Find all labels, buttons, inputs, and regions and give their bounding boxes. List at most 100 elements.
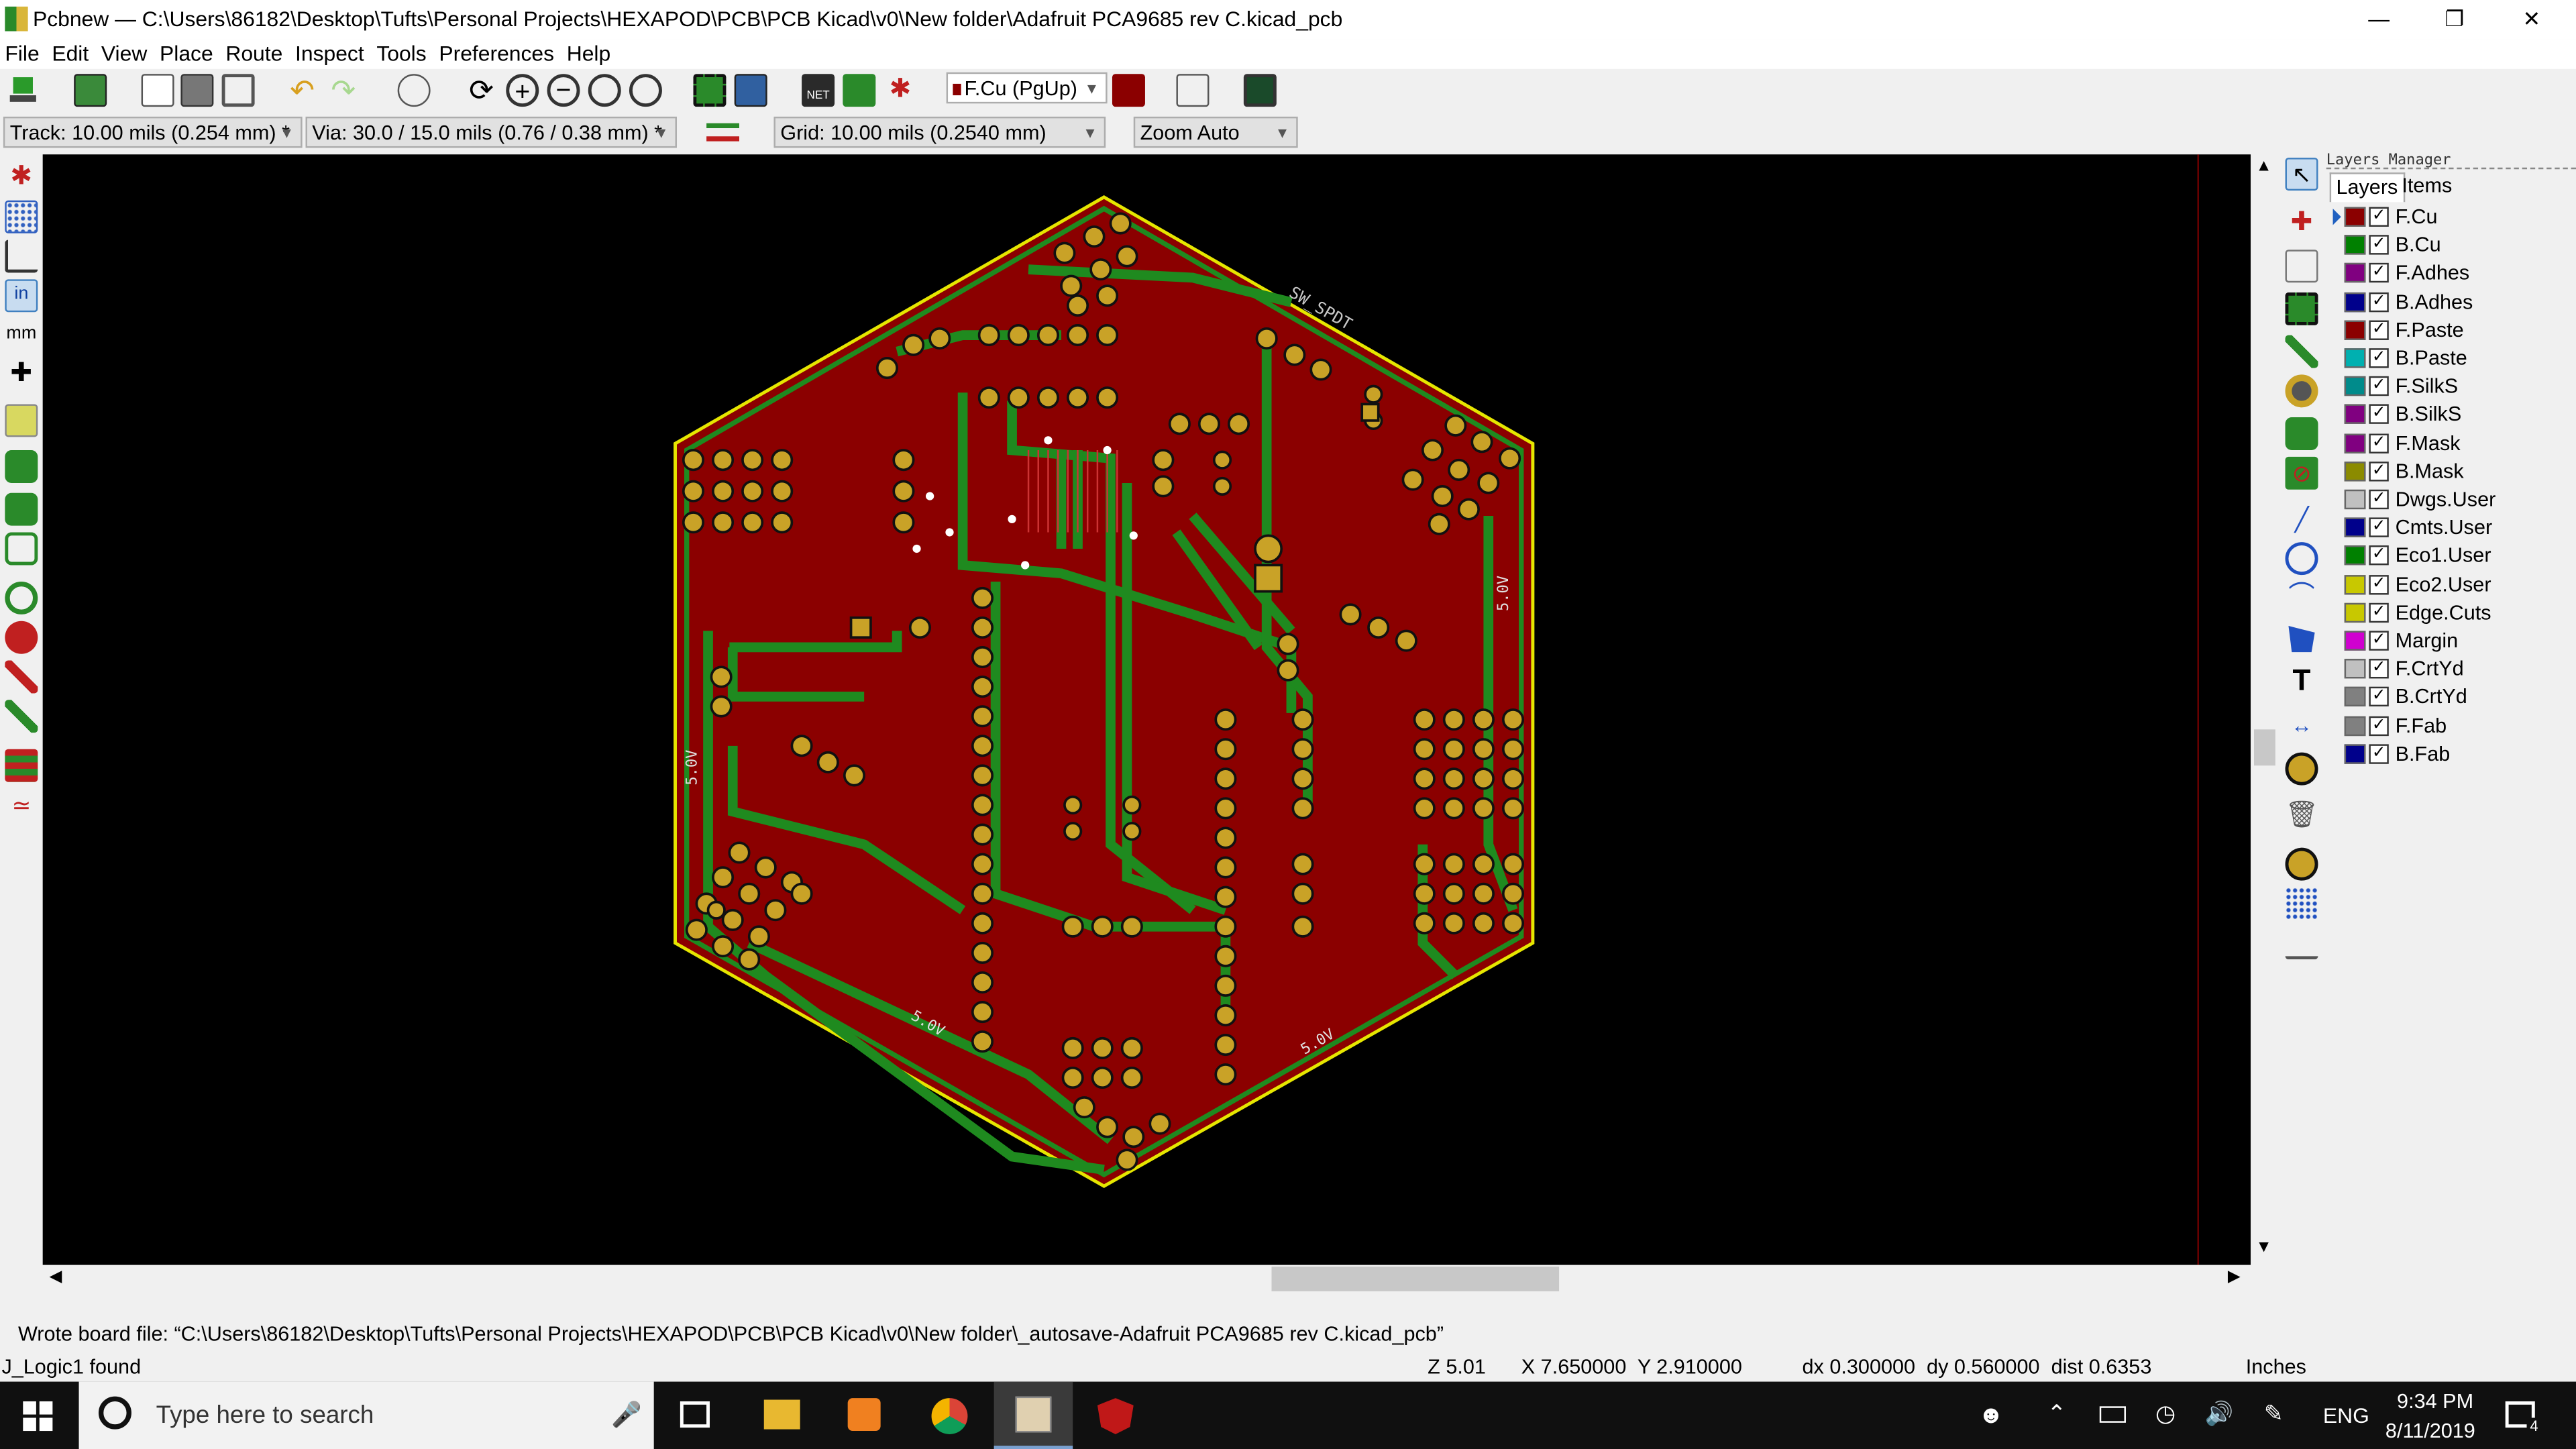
taskbar-search-box[interactable]: Type here to search 🎤 [78, 1381, 654, 1449]
layer-color-swatch[interactable] [2344, 376, 2366, 396]
wifi-icon[interactable]: ◷ [2155, 1400, 2176, 1428]
restore-button[interactable]: ❐ [2416, 0, 2492, 40]
layer-color-swatch[interactable] [2344, 659, 2366, 679]
layer-visibility-checkbox[interactable]: ✓ [2369, 489, 2389, 510]
layer-color-swatch[interactable] [2344, 291, 2366, 312]
menu-route[interactable]: Route [221, 40, 282, 66]
units-inch-icon[interactable]: in [5, 279, 38, 313]
grid-select[interactable]: Grid: 10.00 mils (0.2540 mm) ▼ [773, 116, 1106, 148]
battery-icon[interactable] [2099, 1406, 2126, 1423]
mcafee-icon[interactable] [1097, 1398, 1134, 1434]
layer-row-f-crtyd[interactable]: ✓ F.CrtYd [2343, 656, 2573, 684]
update-pcb-icon[interactable] [843, 74, 876, 107]
layer-row-b-adhes[interactable]: ✓ B.Adhes [2343, 288, 2573, 317]
layer-row-f-adhes[interactable]: ✓ F.Adhes [2343, 260, 2573, 288]
layer-visibility-checkbox[interactable]: ✓ [2369, 461, 2389, 482]
horizontal-scrollbar[interactable]: ◀ ▶ [42, 1265, 2251, 1293]
layer-color-swatch[interactable] [2344, 207, 2366, 227]
grid-icon[interactable] [5, 200, 38, 233]
layer-row-b-cu[interactable]: ✓ B.Cu [2343, 232, 2573, 260]
layer-color-swatch[interactable] [2344, 348, 2366, 368]
clock-date[interactable]: 8/11/2019 [2385, 1419, 2475, 1442]
tray-chevron-up-icon[interactable]: ⌃ [2047, 1400, 2066, 1428]
cursor-shape-icon[interactable]: ✚ [5, 358, 38, 391]
layer-visibility-checkbox[interactable]: ✓ [2369, 263, 2389, 284]
volume-icon[interactable]: 🔊 [2205, 1400, 2234, 1428]
redraw-icon[interactable]: ⟳ [465, 74, 498, 107]
units-mm-icon[interactable]: mm [5, 319, 38, 352]
board-setup-icon[interactable] [74, 74, 107, 107]
layer-visibility-checkbox[interactable]: ✓ [2369, 546, 2389, 566]
route-track-icon[interactable] [2285, 335, 2318, 368]
layer-row-b-silks[interactable]: ✓ B.SilkS [2343, 402, 2573, 430]
menu-inspect[interactable]: Inspect [290, 40, 364, 66]
highlight-net-icon[interactable]: ✚ [2286, 207, 2318, 240]
menu-view[interactable]: View [97, 40, 147, 66]
menu-place[interactable]: Place [155, 40, 213, 66]
layer-row-cmts-user[interactable]: ✓ Cmts.User [2343, 515, 2573, 543]
redo-icon[interactable]: ↷ [327, 74, 360, 107]
layer-row-b-fab[interactable]: ✓ B.Fab [2343, 741, 2573, 769]
menu-preferences[interactable]: Preferences [434, 40, 554, 66]
undo-icon[interactable]: ↶ [286, 74, 319, 107]
task-view-icon[interactable] [680, 1401, 710, 1428]
people-icon[interactable]: ☻ [1978, 1401, 2004, 1430]
local-ratsnest-icon[interactable] [2285, 250, 2318, 283]
layer-color-swatch[interactable] [2344, 517, 2366, 538]
high-contrast-icon[interactable] [5, 700, 38, 733]
layer-color-swatch[interactable] [2344, 235, 2366, 256]
pcbnew-taskbar-icon[interactable] [994, 1381, 1073, 1449]
layer-visibility-checkbox[interactable]: ✓ [2369, 602, 2389, 623]
drc-marker-icon[interactable]: ✱ [5, 161, 38, 194]
vertical-scrollbar[interactable]: ▲ ▼ [2251, 154, 2279, 1265]
tab-items[interactable]: Items [2397, 172, 2457, 201]
polar-coords-icon[interactable] [5, 239, 38, 273]
layer-color-swatch[interactable] [2344, 489, 2366, 510]
layer-row-f-cu[interactable]: ✓ F.Cu [2332, 204, 2573, 232]
layer-row-f-fab[interactable]: ✓ F.Fab [2343, 712, 2573, 741]
scroll-up-icon[interactable]: ▲ [2255, 158, 2271, 176]
layer-visibility-checkbox[interactable]: ✓ [2369, 631, 2389, 651]
microphone-icon[interactable]: 🎤 [611, 1400, 642, 1430]
layer-row-eco2-user[interactable]: ✓ Eco2.User [2343, 571, 2573, 599]
select-arrow-icon[interactable]: ↖ [2285, 158, 2318, 191]
vertical-scroll-thumb[interactable] [2254, 729, 2275, 766]
layer-row-f-mask[interactable]: ✓ F.Mask [2343, 430, 2573, 458]
measure-icon[interactable] [2285, 926, 2318, 960]
layer-pair-icon[interactable] [1112, 74, 1145, 107]
add-via-icon[interactable] [2285, 374, 2318, 408]
minimize-button[interactable]: — [2341, 0, 2417, 40]
delete-icon[interactable]: 🗑 [2286, 800, 2319, 833]
zoom-selection-icon[interactable] [629, 74, 662, 107]
layer-color-swatch[interactable] [2344, 433, 2366, 453]
footprint-editor-icon[interactable] [693, 74, 727, 107]
zoom-select[interactable]: Zoom Auto ▼ [1133, 116, 1298, 148]
layer-visibility-checkbox[interactable]: ✓ [2369, 320, 2389, 340]
curved-ratsnest-icon[interactable] [5, 450, 38, 484]
track-width-select[interactable]: Track: 10.00 mils (0.254 mm) * ▼ [3, 116, 303, 148]
layer-visibility-checkbox[interactable]: ✓ [2369, 207, 2389, 227]
layer-visibility-checkbox[interactable]: ✓ [2369, 517, 2389, 538]
layers-manager-toggle-icon[interactable] [5, 749, 38, 782]
add-target-icon[interactable] [2285, 752, 2318, 786]
layer-row-eco1-user[interactable]: ✓ Eco1.User [2343, 543, 2573, 571]
draw-polygon-icon[interactable] [2288, 626, 2315, 653]
track-sketch-icon[interactable] [5, 660, 38, 694]
via-sketch-icon[interactable] [5, 621, 38, 654]
menu-help[interactable]: Help [561, 40, 611, 66]
microwave-toolbar-icon[interactable]: ≃ [5, 789, 38, 822]
close-button[interactable]: ✕ [2494, 0, 2570, 40]
layer-color-swatch[interactable] [2344, 602, 2366, 623]
layer-row-f-silks[interactable]: ✓ F.SilkS [2343, 373, 2573, 401]
clock-time[interactable]: 9:34 PM [2397, 1390, 2473, 1413]
layer-visibility-checkbox[interactable]: ✓ [2369, 235, 2389, 256]
pad-sketch-icon[interactable] [5, 581, 38, 614]
add-dimension-icon[interactable]: ↔ [2286, 710, 2318, 743]
sublime-text-icon[interactable] [847, 1398, 881, 1432]
layer-color-swatch[interactable] [2344, 631, 2366, 651]
netlist-icon[interactable]: NET [802, 74, 835, 107]
layer-color-swatch[interactable] [2344, 263, 2366, 284]
layer-color-swatch[interactable] [2344, 715, 2366, 736]
layer-visibility-checkbox[interactable]: ✓ [2369, 715, 2389, 736]
drc-icon[interactable]: ✱ [884, 74, 917, 107]
